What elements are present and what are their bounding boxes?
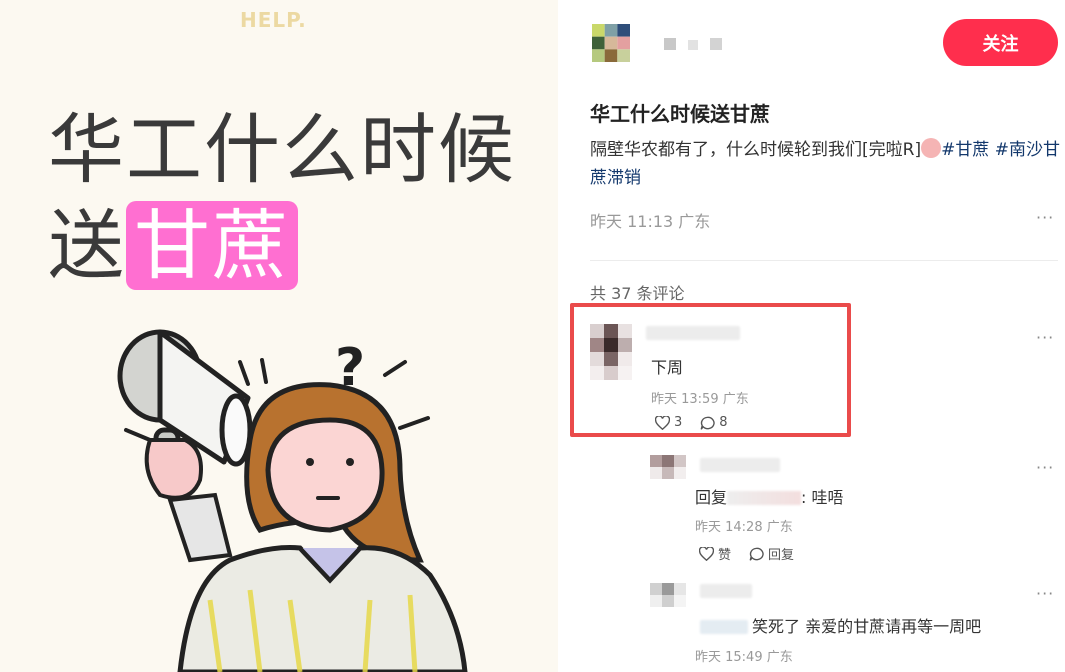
reply-name-blurred[interactable] — [700, 584, 752, 598]
post-body: 隔壁华农都有了，什么时候轮到我们[完啦R] #甘蔗 #南沙甘蔗滞销 — [590, 138, 1060, 188]
note-detail: HELP. 华工什么时候 送甘蔗 ? 关注 华工什么时候送甘蔗 隔壁华农都有了，… — [0, 0, 1065, 672]
reply-text: 笑死了 亲爱的甘蔗请再等一周吧 — [752, 617, 982, 636]
post-image[interactable]: HELP. 华工什么时候 送甘蔗 ? — [0, 0, 558, 672]
comment-more-icon[interactable]: ··· — [1036, 328, 1054, 347]
reply-target-blurred[interactable] — [700, 620, 748, 634]
comment-text: 下周 — [651, 358, 684, 377]
reply-more-icon[interactable]: ··· — [1036, 458, 1054, 477]
reply-name-blurred[interactable] — [700, 458, 780, 472]
reply-reply-button[interactable]: 回复 — [749, 544, 794, 563]
reply-like-button[interactable]: 赞 — [699, 544, 731, 563]
post-more-icon[interactable]: ··· — [1036, 208, 1054, 227]
reply-avatar[interactable] — [650, 580, 686, 610]
reply-avatar[interactable] — [650, 452, 686, 482]
comment-avatar[interactable] — [590, 323, 632, 381]
divider — [590, 260, 1058, 261]
commenter-name-blurred[interactable] — [646, 326, 740, 340]
girl-megaphone-illustration: ? — [117, 329, 468, 672]
reply-timestamp: 昨天 14:28 广东 — [695, 520, 793, 535]
post-title: 华工什么时候送甘蔗 — [590, 102, 770, 126]
reply-actions: 赞 回复 — [699, 544, 794, 563]
post-timestamp: 昨天 11:13 广东 — [590, 212, 711, 231]
comment-reply-button[interactable]: 8 — [700, 415, 728, 430]
follow-button[interactable]: 关注 — [943, 19, 1058, 66]
tag-sugarcane[interactable]: #甘蔗 — [941, 140, 989, 160]
reply-timestamp: 昨天 15:49 广东 — [695, 650, 793, 665]
comment-timestamp: 昨天 13:59 广东 — [651, 392, 749, 407]
chat-bubble-icon — [700, 416, 715, 430]
author-avatar[interactable] — [592, 24, 630, 62]
comment-like-button[interactable]: 3 — [655, 415, 682, 430]
heart-icon — [655, 415, 670, 430]
pig-emoji-icon — [921, 138, 942, 158]
reply-target-blurred[interactable] — [727, 491, 802, 505]
comment-actions: 3 8 — [655, 415, 728, 430]
comment-count: 共 37 条评论 — [590, 284, 685, 303]
chat-bubble-icon — [749, 547, 764, 561]
reply-text: 回复: 哇唔 — [695, 488, 844, 507]
reply-more-icon[interactable]: ··· — [1036, 584, 1054, 603]
author-name-blurred[interactable] — [664, 38, 726, 50]
heart-icon — [699, 546, 714, 561]
